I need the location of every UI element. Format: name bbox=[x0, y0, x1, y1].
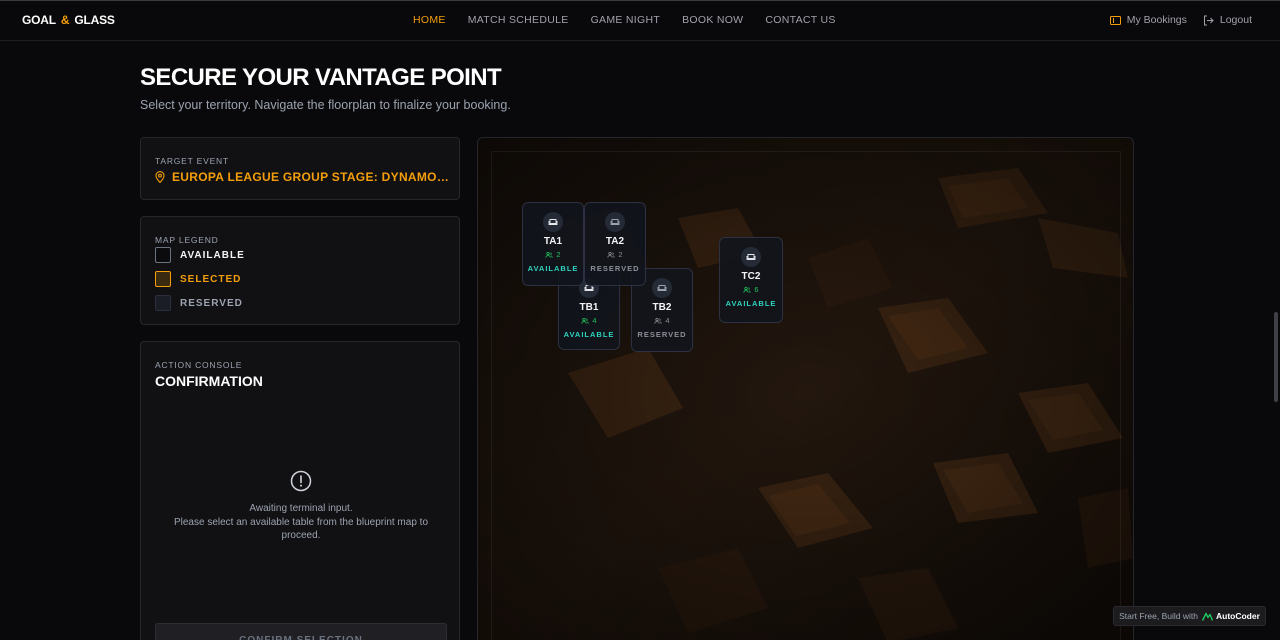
users-icon bbox=[545, 251, 554, 258]
sofa-icon bbox=[543, 212, 563, 232]
nav-link-book-now[interactable]: BOOK NOW bbox=[682, 14, 743, 26]
legend-selected: SELECTED bbox=[155, 271, 241, 287]
legend-available-text: AVAILABLE bbox=[180, 249, 245, 261]
badge-text: Start Free, Build with bbox=[1119, 611, 1198, 621]
ticket-icon bbox=[1109, 15, 1121, 25]
action-console-label: ACTION CONSOLE bbox=[155, 360, 243, 370]
console-title: CONFIRMATION bbox=[155, 373, 263, 389]
logout-link[interactable]: Logout bbox=[1203, 14, 1252, 26]
table-seats: 2 bbox=[556, 250, 561, 259]
autocoder-logo-icon bbox=[1201, 612, 1213, 621]
nav-link-home[interactable]: HOME bbox=[413, 14, 446, 26]
page-scrollbar[interactable] bbox=[1274, 312, 1278, 402]
available-swatch bbox=[155, 247, 171, 263]
table-status: RESERVED bbox=[590, 264, 640, 273]
awaiting-text: Awaiting terminal input. bbox=[249, 503, 353, 514]
instruction-text: Please select an available table from th… bbox=[173, 516, 429, 542]
my-bookings-link[interactable]: My Bookings bbox=[1109, 14, 1187, 26]
target-event-panel: TARGET EVENT EUROPA LEAGUE GROUP STAGE: … bbox=[140, 137, 460, 200]
logout-icon bbox=[1203, 15, 1214, 25]
users-icon bbox=[581, 317, 590, 324]
table-capacity: 6 bbox=[720, 285, 782, 294]
table-status: AVAILABLE bbox=[563, 330, 615, 339]
brand-part1: GOAL bbox=[22, 13, 56, 27]
table-id: TA1 bbox=[543, 236, 563, 247]
users-icon bbox=[607, 251, 616, 258]
brand-logo[interactable]: GOAL & GLASS bbox=[22, 13, 115, 27]
badge-brand: AutoCoder bbox=[1215, 611, 1260, 621]
target-event-label: TARGET EVENT bbox=[155, 156, 229, 166]
table-ta2[interactable]: TA2 2 RESERVED bbox=[584, 202, 646, 286]
autocoder-logo: AutoCoder bbox=[1201, 611, 1260, 621]
sofa-icon bbox=[605, 212, 625, 232]
map-pin-icon bbox=[155, 171, 165, 183]
legend-available: AVAILABLE bbox=[155, 247, 245, 263]
alert-circle-icon bbox=[290, 470, 312, 492]
legend-reserved: RESERVED bbox=[155, 295, 243, 311]
event-name: EUROPA LEAGUE GROUP STAGE: DYNAMO FC VS … bbox=[155, 170, 451, 184]
table-status: AVAILABLE bbox=[527, 264, 579, 273]
action-console-panel: ACTION CONSOLE CONFIRMATION Awaiting ter… bbox=[140, 341, 460, 640]
page-subtitle: Select your territory. Navigate the floo… bbox=[140, 98, 511, 112]
page-title: SECURE YOUR VANTAGE POINT bbox=[140, 64, 502, 91]
map-legend-panel: MAP LEGEND AVAILABLE SELECTED RESERVED bbox=[140, 216, 460, 325]
nav-link-game-night[interactable]: GAME NIGHT bbox=[591, 14, 661, 26]
table-seats: 4 bbox=[592, 316, 597, 325]
table-id: TB1 bbox=[579, 302, 599, 313]
table-id: TA2 bbox=[605, 236, 625, 247]
brand-part2: GLASS bbox=[74, 13, 115, 27]
table-seats: 6 bbox=[754, 285, 759, 294]
table-seats: 2 bbox=[618, 250, 623, 259]
table-capacity: 2 bbox=[523, 250, 583, 259]
table-id: TB2 bbox=[652, 302, 672, 313]
legend-selected-text: SELECTED bbox=[180, 273, 242, 285]
nav-link-contact-us[interactable]: CONTACT US bbox=[765, 14, 835, 26]
table-id: TC2 bbox=[741, 271, 761, 282]
table-capacity: 4 bbox=[632, 316, 692, 325]
users-icon bbox=[743, 286, 752, 293]
nav-link-match-schedule[interactable]: MATCH SCHEDULE bbox=[468, 14, 569, 26]
table-ta1[interactable]: TA1 2 AVAILABLE bbox=[522, 202, 584, 286]
nav-links: HOME MATCH SCHEDULE GAME NIGHT BOOK NOW … bbox=[413, 14, 858, 26]
floorplan-map: TB1 4 AVAILABLE TB2 4 RESERVED TA1 2 AVA… bbox=[477, 137, 1134, 640]
map-legend-label: MAP LEGEND bbox=[155, 235, 219, 245]
console-empty-state: Awaiting terminal input. Please select a… bbox=[141, 470, 461, 543]
autocoder-badge[interactable]: Start Free, Build with AutoCoder bbox=[1113, 606, 1266, 626]
event-name-text: EUROPA LEAGUE GROUP STAGE: DYNAMO FC VS … bbox=[172, 170, 451, 184]
reserved-swatch bbox=[155, 295, 171, 311]
table-seats: 4 bbox=[665, 316, 670, 325]
table-capacity: 4 bbox=[559, 316, 619, 325]
confirm-selection-button[interactable]: CONFIRM SELECTION bbox=[155, 623, 447, 640]
sofa-icon bbox=[741, 247, 761, 267]
logout-label: Logout bbox=[1219, 14, 1252, 26]
users-icon bbox=[654, 317, 663, 324]
table-status: AVAILABLE bbox=[725, 299, 777, 308]
nav-account: My Bookings Logout bbox=[1094, 14, 1252, 26]
top-nav: GOAL & GLASS HOME MATCH SCHEDULE GAME NIGH… bbox=[0, 0, 1280, 41]
table-capacity: 2 bbox=[585, 250, 645, 259]
table-status: RESERVED bbox=[637, 330, 687, 339]
sofa-icon bbox=[652, 278, 672, 298]
my-bookings-label: My Bookings bbox=[1126, 14, 1187, 26]
brand-amp: & bbox=[60, 13, 70, 27]
table-tc2[interactable]: TC2 6 AVAILABLE bbox=[719, 237, 783, 323]
selected-swatch bbox=[155, 271, 171, 287]
legend-reserved-text: RESERVED bbox=[180, 297, 243, 309]
